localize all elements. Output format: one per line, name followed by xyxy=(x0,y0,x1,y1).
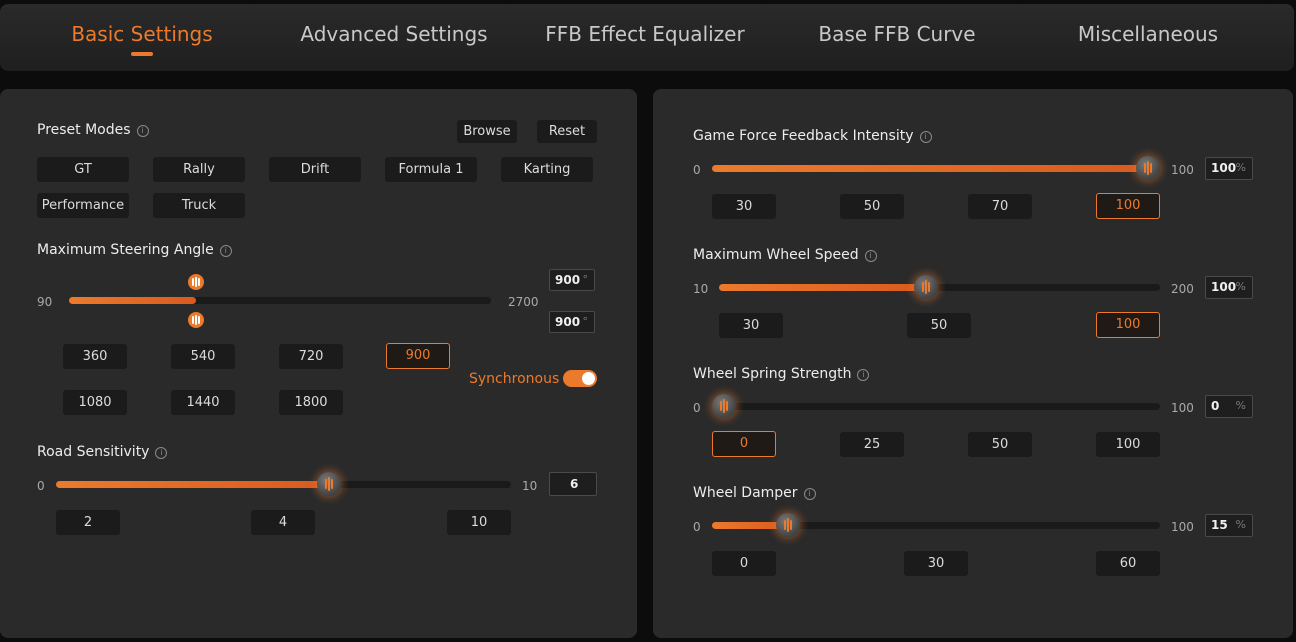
ffb-max-label: 100 xyxy=(1171,163,1194,177)
active-tab-indicator xyxy=(131,52,153,56)
steering-360-button[interactable]: 360 xyxy=(63,344,127,369)
info-icon[interactable]: i xyxy=(857,369,870,381)
info-icon[interactable]: i xyxy=(155,447,168,459)
steering-1080-button[interactable]: 1080 xyxy=(63,390,127,415)
wheel-speed-min-label: 10 xyxy=(693,282,709,296)
ffb-intensity-heading: Game Force Feedback Intensity i xyxy=(693,128,932,144)
spring-strength-handle[interactable] xyxy=(712,394,736,418)
road-max-label: 10 xyxy=(522,479,538,493)
spring-min-label: 0 xyxy=(693,401,701,415)
tab-basic-settings[interactable]: Basic Settings xyxy=(71,22,212,46)
preset-rally-button[interactable]: Rally xyxy=(153,157,245,182)
steering-angle-fill xyxy=(69,297,196,304)
damper-30-button[interactable]: 30 xyxy=(904,551,968,576)
steering-upper-handle[interactable] xyxy=(187,274,204,290)
steering-max-label: 2700 xyxy=(508,295,539,309)
toggle-knob xyxy=(582,372,595,385)
ffb-min-label: 0 xyxy=(693,163,701,177)
steering-1440-button[interactable]: 1440 xyxy=(171,390,235,415)
info-icon[interactable]: i xyxy=(919,131,932,143)
steering-1800-button[interactable]: 1800 xyxy=(279,390,343,415)
preset-gt-button[interactable]: GT xyxy=(37,157,129,182)
steering-720-button[interactable]: 720 xyxy=(279,344,343,369)
steering-value-bottom-field[interactable]: 900 ° xyxy=(549,311,595,333)
steering-900-button[interactable]: 900 xyxy=(386,343,450,369)
spring-max-label: 100 xyxy=(1171,401,1194,415)
road-10-button[interactable]: 10 xyxy=(447,510,511,535)
synchronous-toggle[interactable] xyxy=(563,370,597,387)
tab-advanced-settings[interactable]: Advanced Settings xyxy=(300,22,487,46)
preset-karting-button[interactable]: Karting xyxy=(501,157,593,182)
damper-max-label: 100 xyxy=(1171,520,1194,534)
preset-modes-heading: Preset Modes i xyxy=(37,122,149,138)
ffb-50-button[interactable]: 50 xyxy=(840,194,904,219)
synchronous-label: Synchronous xyxy=(469,371,560,387)
spring-25-button[interactable]: 25 xyxy=(840,432,904,457)
max-steering-angle-heading: Maximum Steering Angle i xyxy=(37,242,232,258)
ffb-intensity-fill xyxy=(712,165,1148,172)
road-min-label: 0 xyxy=(37,479,45,493)
wheel-speed-100-button[interactable]: 100 xyxy=(1096,312,1160,338)
wheel-spring-strength-heading: Wheel Spring Strength i xyxy=(693,366,870,382)
preset-formula1-button[interactable]: Formula 1 xyxy=(385,157,477,182)
wheel-speed-value-field[interactable]: 100% xyxy=(1205,276,1253,299)
wheel-speed-50-button[interactable]: 50 xyxy=(907,313,971,338)
top-tab-bar: Basic Settings Advanced Settings FFB Eff… xyxy=(0,4,1294,71)
wheel-speed-30-button[interactable]: 30 xyxy=(719,313,783,338)
damper-60-button[interactable]: 60 xyxy=(1096,551,1160,576)
road-4-button[interactable]: 4 xyxy=(251,510,315,535)
wheel-speed-slider[interactable] xyxy=(719,284,1160,291)
tab-ffb-effect-equalizer[interactable]: FFB Effect Equalizer xyxy=(545,22,744,46)
preset-drift-button[interactable]: Drift xyxy=(269,157,361,182)
damper-handle[interactable] xyxy=(776,513,801,537)
road-2-button[interactable]: 2 xyxy=(56,510,120,535)
info-icon[interactable]: i xyxy=(864,250,877,262)
reset-button[interactable]: Reset xyxy=(537,120,597,143)
damper-0-button[interactable]: 0 xyxy=(712,551,776,576)
preset-performance-button[interactable]: Performance xyxy=(37,193,129,218)
steering-lower-handle[interactable] xyxy=(187,312,204,328)
tab-miscellaneous[interactable]: Miscellaneous xyxy=(1078,22,1218,46)
ffb-intensity-value-field[interactable]: 100% xyxy=(1205,157,1253,180)
road-sensitivity-value-field[interactable]: 6 xyxy=(549,472,597,496)
steering-angle-slider[interactable] xyxy=(69,297,491,304)
wheel-speed-max-label: 200 xyxy=(1171,282,1194,296)
steering-min-label: 90 xyxy=(37,295,53,309)
steering-540-button[interactable]: 540 xyxy=(171,344,235,369)
info-icon[interactable]: i xyxy=(803,488,816,500)
spring-strength-value-field[interactable]: 0% xyxy=(1205,395,1253,418)
road-sensitivity-handle[interactable] xyxy=(317,472,341,496)
preset-truck-button[interactable]: Truck xyxy=(153,193,245,218)
road-sensitivity-slider[interactable] xyxy=(56,481,511,488)
damper-value-field[interactable]: 15% xyxy=(1205,514,1253,537)
spring-50-button[interactable]: 50 xyxy=(968,432,1032,457)
info-icon[interactable]: i xyxy=(219,245,232,257)
wheel-damper-heading: Wheel Damper i xyxy=(693,485,816,501)
road-sensitivity-fill xyxy=(56,481,329,488)
ffb-30-button[interactable]: 30 xyxy=(712,194,776,219)
ffb-70-button[interactable]: 70 xyxy=(968,194,1032,219)
spring-100-button[interactable]: 100 xyxy=(1096,432,1160,457)
max-wheel-speed-heading: Maximum Wheel Speed i xyxy=(693,247,877,263)
spring-0-button[interactable]: 0 xyxy=(712,431,776,457)
spring-strength-slider[interactable] xyxy=(712,403,1160,410)
tab-base-ffb-curve[interactable]: Base FFB Curve xyxy=(818,22,975,46)
ffb-intensity-slider[interactable] xyxy=(712,165,1148,172)
steering-value-top-field[interactable]: 900 ° xyxy=(549,269,595,291)
ffb-100-button[interactable]: 100 xyxy=(1096,193,1160,219)
wheel-speed-handle[interactable] xyxy=(914,275,939,299)
road-sensitivity-heading: Road Sensitivity i xyxy=(37,444,168,460)
damper-min-label: 0 xyxy=(693,520,701,534)
wheel-speed-fill xyxy=(719,284,927,291)
ffb-intensity-handle[interactable] xyxy=(1136,156,1160,180)
browse-button[interactable]: Browse xyxy=(457,120,517,143)
info-icon[interactable]: i xyxy=(136,125,149,137)
